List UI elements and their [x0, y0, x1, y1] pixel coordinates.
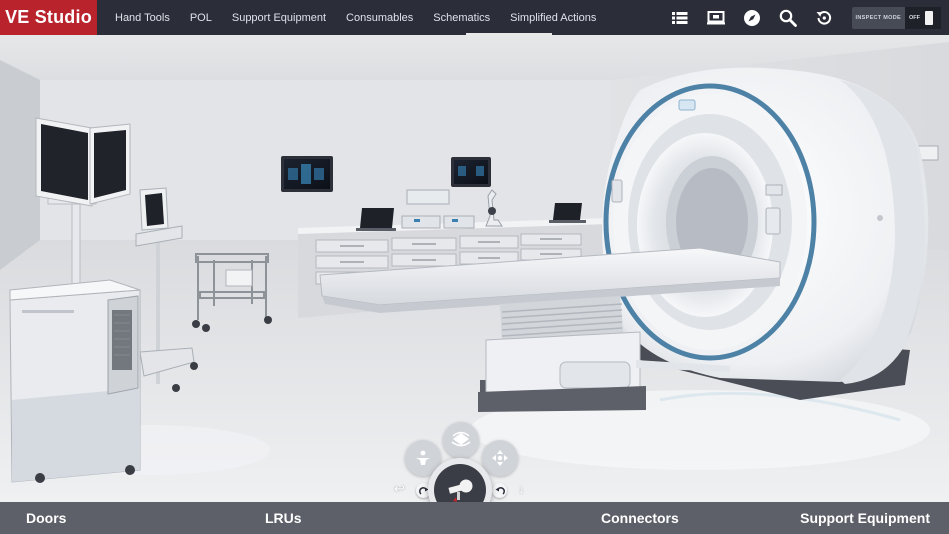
inspect-mode-label: INSPECT MODE: [855, 14, 901, 21]
nav-support-equipment[interactable]: Support Equipment: [222, 0, 336, 35]
category-lrus[interactable]: LRUs: [265, 502, 302, 534]
nav-simplified-actions[interactable]: Simplified Actions: [500, 0, 606, 35]
move-icon[interactable]: [482, 440, 518, 476]
category-support-equipment[interactable]: Support Equipment: [800, 502, 930, 534]
viewport-3d[interactable]: ↩ ↓: [0, 35, 949, 502]
nav-pol[interactable]: POL: [180, 0, 222, 35]
bottom-category-bar: Doors LRUs Connectors Support Equipment: [0, 502, 949, 534]
reset-view-icon[interactable]: [811, 5, 837, 31]
orbit-icon[interactable]: [443, 422, 479, 458]
screen-icon[interactable]: [703, 5, 729, 31]
compass-icon[interactable]: [739, 5, 765, 31]
search-icon[interactable]: [775, 5, 801, 31]
rotate-left-icon[interactable]: [492, 483, 507, 498]
back-arrow[interactable]: ↩: [394, 481, 405, 497]
inspect-mode-toggle[interactable]: OFF: [905, 6, 941, 29]
list-icon[interactable]: [667, 5, 693, 31]
app-brand[interactable]: VE Studio: [0, 0, 97, 35]
nav-consumables[interactable]: Consumables: [336, 0, 423, 35]
inspect-mode-switch[interactable]: INSPECT MODE OFF: [851, 6, 941, 29]
top-bar: VE Studio Hand Tools POL Support Equipme…: [0, 0, 949, 35]
down-arrow[interactable]: ↓: [518, 481, 525, 496]
toggle-knob: [925, 10, 933, 25]
main-nav: Hand Tools POL Support Equipment Consuma…: [105, 0, 606, 35]
joystick-pad[interactable]: [434, 464, 486, 502]
nav-hand-tools[interactable]: Hand Tools: [105, 0, 180, 35]
toolbar: INSPECT MODE OFF: [662, 0, 941, 35]
nav-schematics[interactable]: Schematics: [423, 0, 500, 35]
category-doors[interactable]: Doors: [26, 502, 66, 534]
category-connectors[interactable]: Connectors: [601, 502, 679, 534]
inspect-mode-state: OFF: [909, 14, 920, 21]
